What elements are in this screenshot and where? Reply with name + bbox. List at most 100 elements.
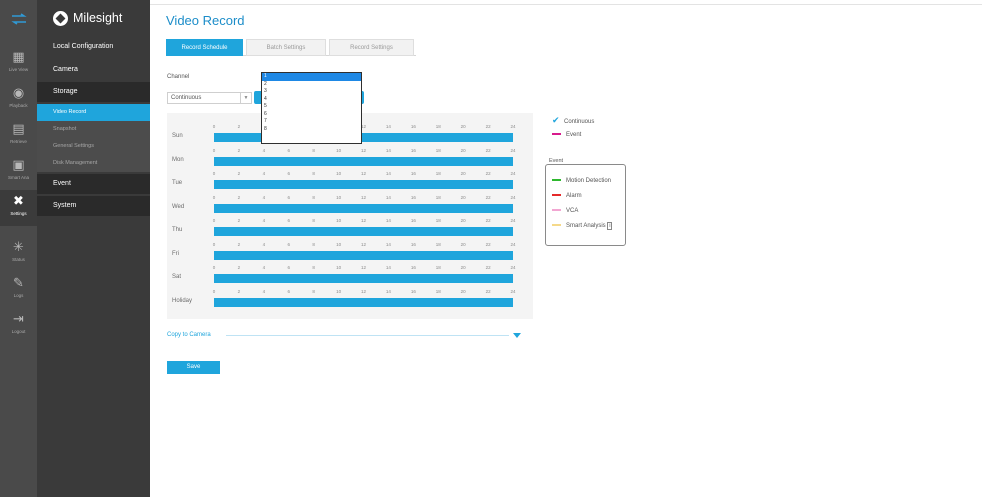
nav-camera[interactable]: Camera [37, 60, 150, 80]
hour-tick: 6 [287, 194, 291, 200]
rail-settings[interactable]: ✖ Settings [0, 190, 37, 226]
nav-storage[interactable]: Storage [37, 82, 150, 102]
nav-general-settings[interactable]: General Settings [37, 138, 150, 155]
schedule-bar[interactable] [214, 156, 513, 166]
tab-record-settings[interactable]: Record Settings [329, 39, 414, 56]
tab-batch-settings[interactable]: Batch Settings [246, 39, 326, 56]
hour-tick: 8 [312, 241, 315, 247]
smart-swatch [552, 224, 561, 227]
record-type-select[interactable]: Continuous ▼ [167, 92, 252, 104]
alarm-swatch [552, 194, 561, 197]
hour-tick: 24 [510, 241, 516, 247]
schedule-bar[interactable] [214, 203, 513, 213]
nav-disk-management[interactable]: Disk Management [37, 155, 150, 172]
hour-scale: 024681012141618202224 [212, 124, 516, 131]
channel-option[interactable]: 3 [262, 88, 361, 96]
hour-tick: 22 [485, 171, 491, 176]
schedule-bar[interactable] [214, 227, 513, 236]
hour-tick: 2 [237, 147, 241, 153]
transfer-icon[interactable] [0, 0, 37, 37]
hour-tick: 14 [385, 288, 391, 294]
hour-scale: 024681012141618202224 [212, 242, 516, 249]
day-label: Tue [172, 180, 183, 186]
day-label: Fri [172, 250, 179, 257]
hour-tick: 20 [460, 265, 466, 270]
rail-playback[interactable]: ◉ Playback [0, 82, 37, 118]
rail-status[interactable]: ✳ Status [0, 236, 37, 272]
hour-tick: 18 [435, 194, 441, 200]
channel-option[interactable]: 2 [262, 81, 361, 89]
event-legend-box [545, 164, 626, 246]
hour-tick: 20 [460, 218, 466, 223]
hour-tick: 6 [287, 241, 291, 247]
triangle-down-icon[interactable] [513, 333, 521, 338]
hour-tick: 22 [485, 241, 491, 247]
hour-tick: 24 [510, 124, 516, 129]
channel-label: Channel [167, 74, 190, 80]
channel-option[interactable]: 6 [262, 111, 361, 119]
settings-nav: Milesight Local Configuration Camera Sto… [37, 0, 150, 497]
rail-logout[interactable]: ⇥ Logout [0, 308, 37, 344]
save-button[interactable]: Save [167, 361, 220, 374]
legend-alarm: Alarm [552, 193, 582, 199]
hour-tick: 0 [212, 241, 216, 247]
hour-tick: 12 [360, 218, 367, 223]
hour-scale: 024681012141618202224 [212, 289, 516, 296]
channel-option[interactable]: 1 [262, 73, 361, 81]
hour-tick: 12 [360, 194, 367, 200]
rail-smart-analysis[interactable]: ▣ Smart Ana [0, 154, 37, 190]
schedule-bar[interactable] [214, 180, 513, 189]
schedule-bar[interactable] [214, 133, 513, 142]
playback-icon: ◉ [12, 86, 25, 101]
hour-tick: 22 [485, 288, 491, 294]
channel-option[interactable]: 4 [262, 96, 361, 104]
logs-icon: ✎ [13, 276, 24, 291]
hour-tick: 6 [287, 147, 291, 153]
hour-tick: 24 [510, 288, 516, 294]
event-legend-title: Event [548, 158, 565, 164]
hour-tick: 10 [336, 194, 342, 200]
check-icon: ✔ [552, 116, 560, 126]
hour-tick: 20 [460, 147, 466, 153]
nav-event[interactable]: Event [37, 174, 150, 194]
hour-tick: 24 [510, 171, 516, 176]
hour-tick: 2 [237, 288, 241, 294]
hour-tick: 16 [410, 288, 416, 294]
nav-system[interactable]: System [37, 196, 150, 216]
channel-option[interactable]: 5 [262, 103, 361, 111]
hour-tick: 18 [435, 241, 441, 247]
hour-tick: 4 [262, 171, 266, 176]
info-icon[interactable]: i [607, 222, 613, 230]
tab-record-schedule[interactable]: Record Schedule [166, 39, 243, 56]
channel-option[interactable]: 7 [262, 118, 361, 126]
hour-tick: 18 [435, 288, 441, 294]
copy-to-camera-label[interactable]: Copy to Camera [167, 332, 211, 338]
nav-local-configuration[interactable]: Local Configuration [37, 37, 150, 57]
hour-tick: 16 [410, 241, 416, 247]
day-label: Thu [172, 227, 183, 233]
hour-tick: 12 [360, 171, 367, 176]
channel-option[interactable]: 8 [262, 126, 361, 134]
rail-logs[interactable]: ✎ Logs [0, 272, 37, 308]
schedule-bar[interactable] [214, 274, 513, 283]
hour-tick: 0 [212, 265, 216, 270]
hour-tick: 18 [435, 218, 441, 223]
schedule-bar[interactable] [214, 250, 513, 260]
rail-live-view[interactable]: ▦ Live View [0, 46, 37, 82]
hour-tick: 2 [237, 218, 241, 223]
day-label: Mon [172, 156, 184, 163]
rail-retrieve[interactable]: ▤ Retrieve [0, 118, 37, 154]
nav-video-record[interactable]: Video Record [37, 104, 150, 121]
hour-tick: 0 [212, 124, 216, 129]
hour-tick: 10 [336, 147, 342, 153]
hour-tick: 8 [312, 218, 315, 223]
hour-tick: 24 [510, 147, 516, 153]
page-title: Video Record [166, 13, 245, 28]
schedule-bar[interactable] [214, 297, 513, 307]
hour-tick: 12 [360, 288, 367, 294]
hour-tick: 0 [212, 194, 216, 200]
hour-tick: 16 [410, 218, 416, 223]
hour-tick: 6 [287, 265, 291, 270]
nav-snapshot[interactable]: Snapshot [37, 121, 150, 138]
hour-tick: 10 [336, 241, 342, 247]
